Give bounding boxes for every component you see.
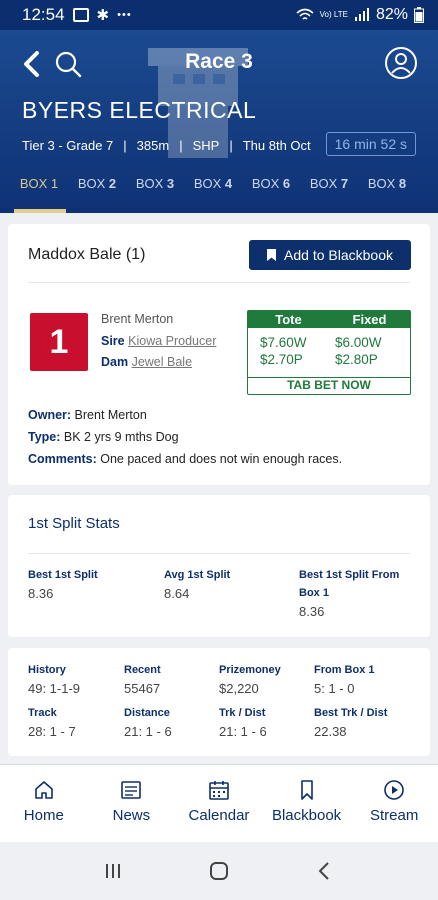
bookmark-icon (300, 780, 313, 800)
split-stats-title: 1st Split Stats (28, 515, 120, 532)
slack-notification-icon: ✱ (96, 7, 110, 24)
battery-percent: 82% (375, 6, 408, 23)
venue-name: BYERS ELECTRICAL (22, 97, 257, 123)
battery-icon (414, 7, 424, 23)
fixed-win-odds: $6.00W (335, 335, 382, 350)
best-trk-dist-label: Best Trk / Dist (314, 707, 388, 719)
race-meta: Tier 3 - Grade 7 | 385m | SHP | Thu 8th Oct (22, 138, 311, 153)
box-number-badge: 1 (30, 313, 88, 371)
race-header: Race 3 BYERS ELECTRICAL Tier 3 - Grade 7… (0, 30, 438, 213)
dam-link[interactable]: Jewel Bale (132, 355, 192, 369)
runner-name: Maddox Bale (1) (28, 246, 146, 263)
track-value: 28: 1 - 7 (28, 724, 76, 739)
trk-dist-label: Trk / Dist (219, 707, 266, 719)
play-icon (384, 780, 404, 800)
signal-icon (354, 8, 369, 21)
track-label: Track (28, 707, 57, 719)
tab-box-8[interactable]: BOX 8 (358, 172, 416, 213)
track-code: SHP (192, 138, 220, 153)
status-time: 12:54 (22, 5, 65, 24)
nav-blackbook[interactable]: Blackbook (263, 765, 351, 842)
race-distance: 385m (136, 138, 170, 153)
race-date: Thu 8th Oct (242, 138, 311, 153)
trainer-name: Brent Merton (101, 312, 174, 326)
more-notifications-icon: ••• (117, 9, 132, 21)
tab-box-4[interactable]: BOX 4 (184, 172, 242, 213)
avg-split-label: Avg 1st Split (164, 569, 231, 581)
calendar-icon (209, 781, 229, 800)
sire-link[interactable]: Kiowa Producer (128, 334, 216, 348)
odds-panel[interactable]: Tote Fixed $7.60W $2.70P $6.00W $2.80P TAB … (247, 310, 411, 395)
recent-apps-icon[interactable] (101, 859, 125, 883)
image-notification-icon (72, 8, 89, 22)
best-split-from-box-label: Best 1st Split From (299, 569, 400, 581)
home-button-icon[interactable] (207, 859, 231, 883)
nav-news-label: News (112, 807, 151, 824)
box-tabs: BOX 1 BOX 2 BOX 3 BOX 4 BOX 6 BOX 7 BOX … (0, 172, 438, 213)
tote-win-odds: $7.60W (260, 335, 307, 350)
history-label: History (28, 664, 66, 676)
best-split-label: Best 1st Split (28, 569, 98, 581)
nav-stream-label: Stream (369, 807, 419, 824)
system-nav-bar (0, 842, 438, 900)
tote-place-odds: $2.70P (260, 352, 303, 367)
comments-row: Comments: One paced and does not win eno… (28, 452, 343, 466)
recent-value: 55467 (124, 681, 161, 696)
home-icon (34, 781, 53, 799)
avg-split-value: 8.64 (164, 586, 190, 601)
best-split-from-box-value: 8.36 (299, 604, 325, 619)
tab-box-6[interactable]: BOX 6 (242, 172, 300, 213)
best-split-value: 8.36 (28, 586, 54, 601)
nav-home-label: Home (23, 807, 64, 824)
status-bar: 12:54 ✱ ••• Vo) LTE 82% (0, 0, 438, 30)
tab-bet-now-button[interactable]: TAB BET NOW (248, 377, 410, 394)
add-to-blackbook-label: Add to Blackbook (284, 247, 393, 263)
tab-box-1[interactable]: BOX 1 (10, 172, 68, 213)
best-split-from-box-label-2: Box 1 (299, 587, 329, 599)
tote-header: Tote (275, 312, 302, 327)
add-to-blackbook-button[interactable]: Add to Blackbook (249, 240, 411, 270)
news-icon (121, 781, 142, 799)
wifi-icon (296, 8, 314, 20)
from-box-value: 5: 1 - 0 (314, 681, 355, 696)
divider (28, 553, 410, 554)
prizemoney-value: $2,220 (219, 681, 259, 696)
fixed-header: Fixed (352, 312, 387, 327)
best-trk-dist-value: 22.38 (314, 724, 347, 739)
bottom-nav: Home News Calendar Blackbook Stream (0, 764, 438, 842)
recent-label: Recent (124, 664, 161, 676)
distance-value: 21: 1 - 6 (124, 724, 172, 739)
fixed-place-odds: $2.80P (335, 352, 378, 367)
countdown-badge: 16 min 52 s (325, 132, 416, 156)
runner-card: Maddox Bale (1) Add to Blackbook 1 Brent… (8, 224, 430, 485)
prizemoney-label: Prizemoney (219, 664, 281, 676)
divider (28, 282, 410, 283)
nav-calendar[interactable]: Calendar (175, 765, 263, 842)
tab-box-7[interactable]: BOX 7 (300, 172, 358, 213)
tab-box-2[interactable]: BOX 2 (68, 172, 126, 213)
dam-row: Dam Jewel Bale (101, 355, 193, 369)
distance-label: Distance (124, 707, 170, 719)
nav-news[interactable]: News (88, 765, 176, 842)
type-row: Type: BK 2 yrs 9 mths Dog (28, 430, 179, 444)
owner-row: Owner: Brent Merton (28, 408, 147, 422)
tab-box-3[interactable]: BOX 3 (126, 172, 184, 213)
nav-stream[interactable]: Stream (350, 765, 438, 842)
history-value: 49: 1-1-9 (28, 681, 81, 696)
from-box-label: From Box 1 (314, 664, 375, 676)
nav-calendar-label: Calendar (188, 807, 250, 824)
form-stats-card: History 49: 1-1-9 Recent 55467 Prizemone… (8, 648, 430, 756)
volte-indicator: Vo) LTE (319, 10, 348, 19)
trk-dist-value: 21: 1 - 6 (219, 724, 267, 739)
nav-home[interactable]: Home (0, 765, 88, 842)
system-back-icon[interactable] (313, 859, 337, 883)
nav-blackbook-label: Blackbook (271, 807, 342, 824)
race-grade: Tier 3 - Grade 7 (22, 138, 114, 153)
page-title: Race 3 (185, 50, 253, 73)
split-stats-card: 1st Split Stats Best 1st Split 8.36 Avg … (8, 495, 430, 637)
sire-row: Sire Kiowa Producer (101, 334, 217, 348)
account-icon[interactable] (384, 46, 418, 80)
bookmark-icon (267, 249, 277, 261)
